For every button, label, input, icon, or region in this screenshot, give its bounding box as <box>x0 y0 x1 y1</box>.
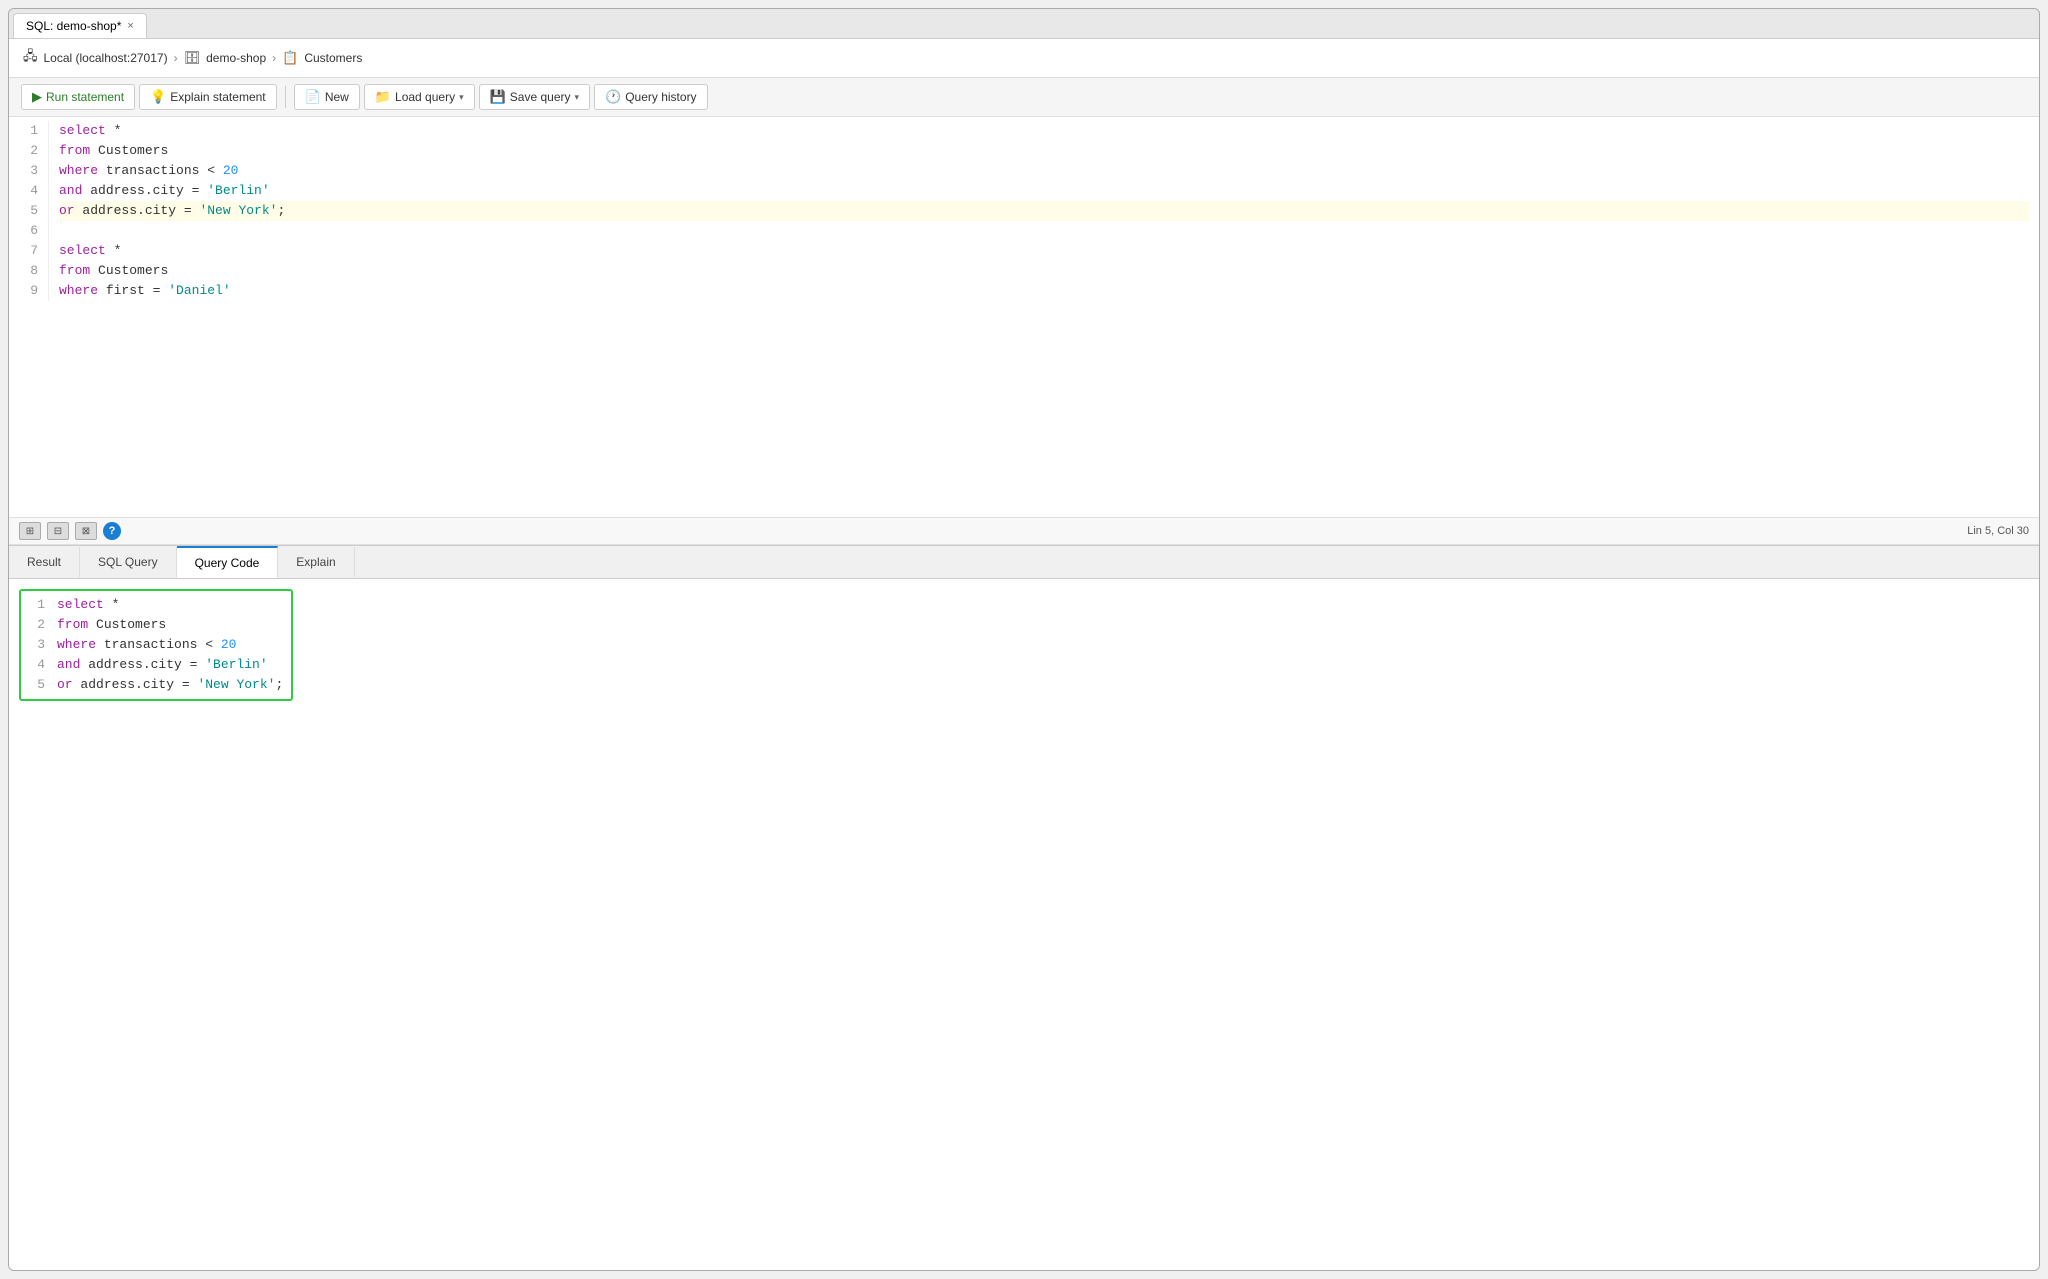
explain-icon: 💡 <box>150 89 166 105</box>
tab-label: SQL: demo-shop* <box>26 19 121 33</box>
ln-3: 3 <box>19 161 38 181</box>
new-icon: 📄 <box>305 89 321 105</box>
query-history-button[interactable]: 🕐 Query history <box>594 84 708 110</box>
qline-3: 3 where transactions < 20 <box>29 635 283 655</box>
code-line-5: or address.city = 'New York'; <box>59 201 2029 221</box>
load-dropdown-icon: ▾ <box>459 92 464 103</box>
line-numbers: 1 2 3 4 5 6 7 8 9 <box>9 121 49 301</box>
new-button[interactable]: 📄 New <box>294 84 360 110</box>
code-line-8: from Customers <box>59 261 2029 281</box>
code-line-9: where first = 'Daniel' <box>59 281 2029 301</box>
breadcrumb-customers[interactable]: Customers <box>304 51 362 65</box>
code-line-2: from Customers <box>59 141 2029 161</box>
tab-sql-query[interactable]: SQL Query <box>80 547 177 577</box>
cursor-position: Lin 5, Col 30 <box>1967 525 2029 537</box>
query-code-box: 1 select * 2 from Customers 3 where tran… <box>19 589 293 701</box>
run-statement-button[interactable]: ▶ Run statement <box>21 84 135 110</box>
run-label: Run statement <box>46 90 124 104</box>
close-tab-button[interactable]: × <box>127 21 133 32</box>
results-panel: Result SQL Query Query Code Explain 1 se… <box>9 545 2039 1270</box>
code-line-6 <box>59 221 2029 241</box>
ln-2: 2 <box>19 141 38 161</box>
qline-5: 5 or address.city = 'New York'; <box>29 675 283 695</box>
ln-9: 9 <box>19 281 38 301</box>
new-label: New <box>325 90 349 104</box>
result-content: 1 select * 2 from Customers 3 where tran… <box>9 579 2039 1270</box>
main-window: SQL: demo-shop* × 🖧 Local (localhost:270… <box>8 8 2040 1271</box>
code-line-7: select * <box>59 241 2029 261</box>
breadcrumb-sep-2: › <box>272 51 276 65</box>
sql-editor[interactable]: 1 2 3 4 5 6 7 8 9 select * from Customer… <box>9 117 2039 517</box>
tab-result[interactable]: Result <box>9 547 80 577</box>
results-tabs: Result SQL Query Query Code Explain <box>9 546 2039 579</box>
code-editor-content: 1 2 3 4 5 6 7 8 9 select * from Customer… <box>9 117 2039 305</box>
load-icon: 📁 <box>375 89 391 105</box>
history-icon: 🕐 <box>605 89 621 105</box>
explain-label: Explain statement <box>170 90 265 104</box>
table-icon: 📋 <box>282 50 298 66</box>
format-icon-2[interactable]: ⊟ <box>47 522 69 540</box>
toolbar: ▶ Run statement 💡 Explain statement 📄 Ne… <box>9 78 2039 117</box>
format-icon-3[interactable]: ⊠ <box>75 522 97 540</box>
code-content: select * from Customers where transactio… <box>49 121 2039 301</box>
ln-8: 8 <box>19 261 38 281</box>
ln-4: 4 <box>19 181 38 201</box>
qline-4: 4 and address.city = 'Berlin' <box>29 655 283 675</box>
breadcrumb-local[interactable]: Local (localhost:27017) <box>44 51 168 65</box>
run-icon: ▶ <box>32 89 42 105</box>
save-query-button[interactable]: 💾 Save query ▾ <box>479 84 590 110</box>
local-icon: 🖧 <box>23 47 38 69</box>
db-icon: 🗄 <box>184 50 201 66</box>
tab-explain[interactable]: Explain <box>278 547 354 577</box>
editor-statusbar: ⊞ ⊟ ⊠ ? Lin 5, Col 30 <box>9 517 2039 545</box>
tab-query-code[interactable]: Query Code <box>177 546 279 578</box>
code-line-1: select * <box>59 121 2029 141</box>
toolbar-separator-1 <box>285 86 286 108</box>
save-dropdown-icon: ▾ <box>574 92 579 103</box>
qline-2: 2 from Customers <box>29 615 283 635</box>
code-line-4: and address.city = 'Berlin' <box>59 181 2029 201</box>
save-label: Save query <box>510 90 571 104</box>
breadcrumb-sep-1: › <box>174 51 178 65</box>
statusbar-icons: ⊞ ⊟ ⊠ ? <box>19 522 121 540</box>
load-label: Load query <box>395 90 455 104</box>
breadcrumb: 🖧 Local (localhost:27017) › 🗄 demo-shop … <box>9 39 2039 78</box>
ln-6: 6 <box>19 221 38 241</box>
explain-statement-button[interactable]: 💡 Explain statement <box>139 84 277 110</box>
ln-5: 5 <box>19 201 38 221</box>
breadcrumb-demoshop[interactable]: demo-shop <box>206 51 266 65</box>
ln-1: 1 <box>19 121 38 141</box>
ln-7: 7 <box>19 241 38 261</box>
help-icon[interactable]: ? <box>103 522 121 540</box>
save-icon: 💾 <box>490 89 506 105</box>
qline-1: 1 select * <box>29 595 283 615</box>
tab-bar: SQL: demo-shop* × <box>9 9 2039 39</box>
format-icon-1[interactable]: ⊞ <box>19 522 41 540</box>
load-query-button[interactable]: 📁 Load query ▾ <box>364 84 475 110</box>
sql-tab[interactable]: SQL: demo-shop* × <box>13 13 147 38</box>
history-label: Query history <box>625 90 696 104</box>
code-line-3: where transactions < 20 <box>59 161 2029 181</box>
